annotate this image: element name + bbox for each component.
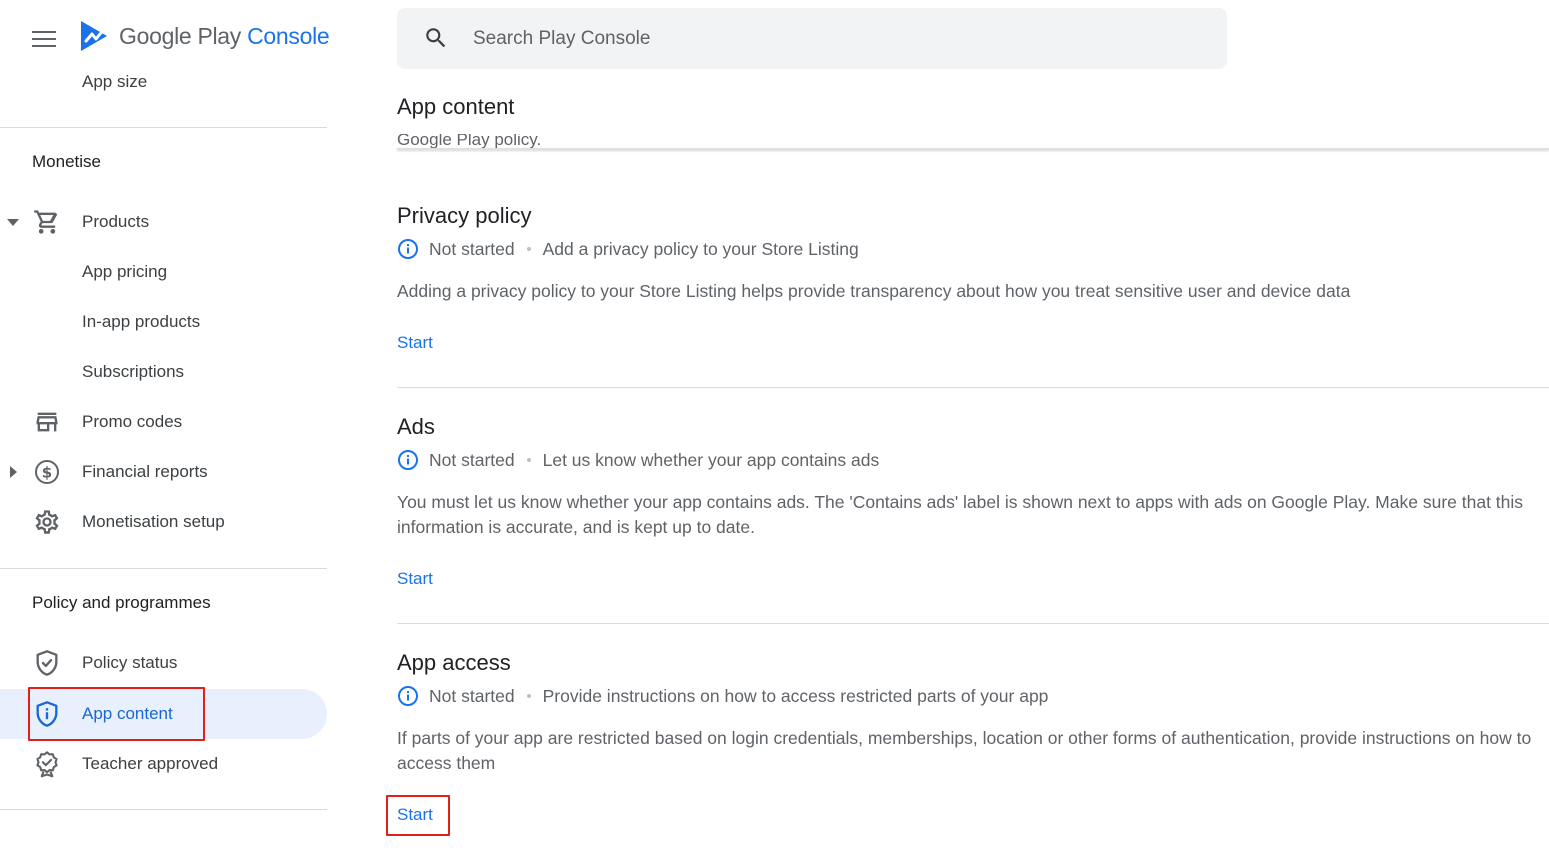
- status-summary: Add a privacy policy to your Store Listi…: [542, 238, 859, 259]
- sidebar-item-promo-codes[interactable]: Promo codes: [0, 397, 327, 447]
- sidebar-item-label: Monetisation setup: [82, 512, 225, 531]
- shield-info-icon: [32, 699, 62, 729]
- sidebar-item-label: Promo codes: [82, 412, 183, 431]
- sidebar-item-teacher-approved[interactable]: Teacher approved: [0, 739, 327, 789]
- card-title-privacy-policy: Privacy policy: [397, 203, 532, 228]
- start-ads-button[interactable]: Start: [397, 569, 433, 589]
- storefront-icon: [32, 407, 62, 437]
- sidebar-section-monetise: Monetise: [32, 152, 101, 171]
- start-app-access-button[interactable]: Start: [397, 805, 433, 825]
- status-summary: Let us know whether your app contains ad…: [542, 449, 880, 470]
- status-text: Not started: [429, 449, 515, 470]
- sidebar-divider: [0, 568, 327, 569]
- sidebar-section-policy: Policy and programmes: [32, 593, 211, 612]
- card-title-ads: Ads: [397, 414, 435, 439]
- sidebar-item-app-pricing[interactable]: App pricing: [0, 247, 327, 297]
- info-icon: [397, 449, 419, 471]
- card-description: You must let us know whether your app co…: [397, 492, 1524, 537]
- clipped-nav-item: App size: [82, 70, 282, 92]
- shield-check-icon: [32, 648, 62, 678]
- clipped-text: Google Play policy.: [397, 134, 542, 148]
- info-icon: [397, 685, 419, 707]
- logo-text: Google Play Console: [119, 22, 330, 50]
- search-bar[interactable]: [397, 8, 1227, 69]
- status-text: Not started: [429, 238, 515, 259]
- start-privacy-policy-button[interactable]: Start: [397, 333, 433, 353]
- caret-down-icon[interactable]: [6, 215, 20, 229]
- card-status-row: Not started Provide instructions on how …: [397, 685, 1048, 707]
- sidebar-item-in-app-products[interactable]: In-app products: [0, 297, 327, 347]
- sidebar-item-products[interactable]: Products: [0, 197, 327, 247]
- google-play-console-logo[interactable]: Google Play Console: [79, 20, 330, 52]
- sidebar: Google Play Console App size Monetise Pr…: [0, 0, 330, 848]
- search-icon[interactable]: [423, 25, 449, 51]
- separator-dot: [526, 458, 531, 462]
- card-description: Adding a privacy policy to your Store Li…: [397, 281, 1351, 301]
- sidebar-item-label: Products: [82, 212, 150, 231]
- sidebar-item-label: Teacher approved: [82, 754, 219, 773]
- card-title-app-access: App access: [397, 650, 511, 675]
- sidebar-item-policy-status[interactable]: Policy status: [0, 638, 327, 688]
- sidebar-divider: [0, 127, 327, 128]
- sidebar-item-label: In-app products: [82, 312, 201, 331]
- caret-right-icon[interactable]: [6, 465, 20, 479]
- sidebar-item-label: App pricing: [82, 262, 168, 281]
- sidebar-item-monetisation-setup[interactable]: Monetisation setup: [0, 497, 327, 547]
- sticky-header-divider: [397, 148, 1549, 150]
- separator-dot: [526, 694, 531, 698]
- info-icon: [397, 238, 419, 260]
- sidebar-item-label: Subscriptions: [82, 362, 185, 381]
- search-input[interactable]: [473, 8, 1173, 69]
- sidebar-item-label: Policy status: [82, 653, 178, 672]
- svg-text:$: $: [42, 464, 52, 482]
- teacher-approved-badge-icon: [32, 749, 62, 779]
- sidebar-item-subscriptions[interactable]: Subscriptions: [0, 347, 327, 397]
- logo-console: Console: [247, 22, 330, 49]
- sidebar-item-app-content[interactable]: App content: [0, 689, 327, 739]
- card-status-row: Not started Let us know whether your app…: [397, 449, 879, 471]
- sidebar-item-financial-reports[interactable]: $ Financial reports: [0, 447, 327, 497]
- clipped-scrolled-text: Google Play policy.: [397, 134, 997, 148]
- card-description: If parts of your app are restricted base…: [397, 728, 1532, 773]
- page-title: App content: [397, 94, 515, 119]
- status-text: Not started: [429, 685, 515, 706]
- hamburger-menu-icon[interactable]: [32, 24, 62, 54]
- sidebar-item-app-size[interactable]: App size: [82, 72, 147, 91]
- sidebar-divider: [0, 809, 327, 810]
- sidebar-item-label: App content: [82, 704, 173, 723]
- separator-dot: [526, 247, 531, 251]
- dollar-circle-icon: $: [32, 457, 62, 487]
- play-console-app: Google Play Console App size Monetise Pr…: [0, 0, 1549, 848]
- status-summary: Provide instructions on how to access re…: [542, 685, 1049, 706]
- sidebar-item-label: Financial reports: [82, 462, 208, 481]
- shopping-cart-icon: [32, 207, 62, 237]
- card-status-row: Not started Add a privacy policy to your…: [397, 238, 859, 260]
- play-console-logo-icon: [81, 21, 107, 51]
- card-divider: [397, 387, 1549, 388]
- gear-icon: [32, 507, 62, 537]
- logo-google-play: Google Play: [119, 22, 241, 49]
- card-divider: [397, 623, 1549, 624]
